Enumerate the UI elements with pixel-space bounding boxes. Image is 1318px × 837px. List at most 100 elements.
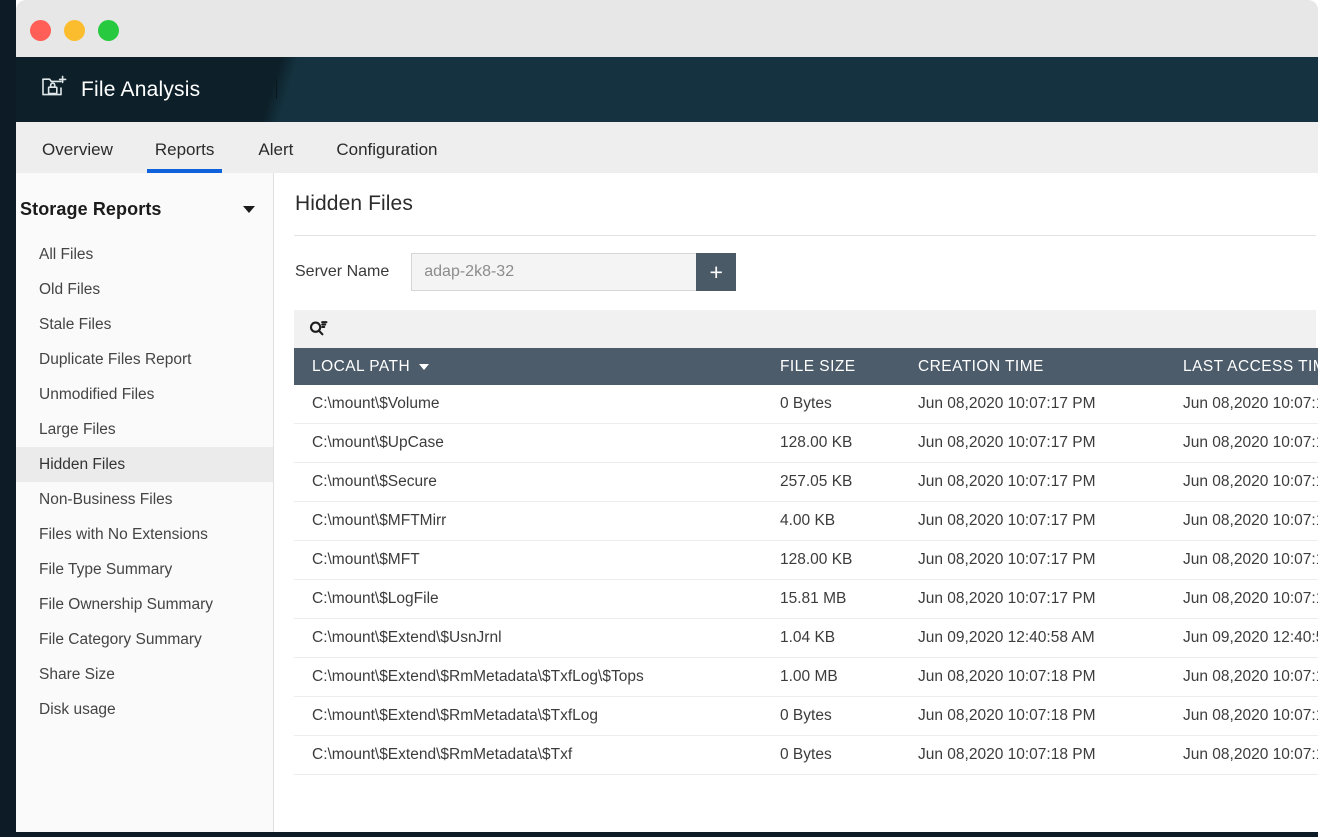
table-row[interactable]: C:\mount\$Secure 257.05 KB Jun 08,2020 1… [294,463,1318,502]
header-divider-tick [276,79,277,99]
cell-last-access-time: Jun 08,2020 10:07:18 PM [1165,697,1318,736]
minimize-window-button[interactable] [64,20,85,41]
table-row[interactable]: C:\mount\$Extend\$RmMetadata\$TxfLog 0 B… [294,697,1318,736]
cell-file-size: 1.04 KB [762,619,900,658]
app-brand: File Analysis [40,57,200,122]
cell-creation-time: Jun 08,2020 10:07:17 PM [900,502,1165,541]
cell-file-size: 257.05 KB [762,463,900,502]
cell-last-access-time: Jun 08,2020 10:07:17 PM [1165,502,1318,541]
folder-lock-add-icon [40,73,68,106]
sidebar-item-unmodified-files[interactable]: Unmodified Files [16,377,273,412]
report-table-container: LOCAL PATH FILE SIZE CREATION TIME LAST … [294,310,1316,775]
column-header-local-path-label: LOCAL PATH [312,358,410,376]
table-body: C:\mount\$Volume 0 Bytes Jun 08,2020 10:… [294,385,1318,775]
cell-last-access-time: Jun 08,2020 10:07:18 PM [1165,658,1318,697]
sidebar-item-disk-usage[interactable]: Disk usage [16,692,273,727]
app-window: File Analysis Overview Reports Alert Con… [0,0,1318,837]
cell-creation-time: Jun 08,2020 10:07:17 PM [900,463,1165,502]
cell-last-access-time: Jun 08,2020 10:07:17 PM [1165,541,1318,580]
sidebar-item-large-files[interactable]: Large Files [16,412,273,447]
column-header-last-access-time[interactable]: LAST ACCESS TIME [1165,348,1318,385]
content-area: Storage Reports All Files Old Files Stal… [16,173,1318,832]
add-server-button[interactable]: + [696,253,736,291]
table-row[interactable]: C:\mount\$Extend\$RmMetadata\$TxfLog\$To… [294,658,1318,697]
table-row[interactable]: C:\mount\$Extend\$RmMetadata\$Txf 0 Byte… [294,736,1318,775]
cell-file-size: 128.00 KB [762,424,900,463]
server-name-input[interactable] [411,253,696,291]
cell-file-size: 0 Bytes [762,697,900,736]
table-row[interactable]: C:\mount\$MFT 128.00 KB Jun 08,2020 10:0… [294,541,1318,580]
search-filter-icon[interactable] [308,320,328,338]
tab-overview[interactable]: Overview [42,140,113,173]
cell-last-access-time: Jun 08,2020 10:07:17 PM [1165,424,1318,463]
sidebar-item-duplicate-files-report[interactable]: Duplicate Files Report [16,342,273,377]
cell-creation-time: Jun 08,2020 10:07:18 PM [900,658,1165,697]
tab-configuration[interactable]: Configuration [336,140,437,173]
cell-file-size: 4.00 KB [762,502,900,541]
column-header-file-size[interactable]: FILE SIZE [762,348,900,385]
table-header: LOCAL PATH FILE SIZE CREATION TIME LAST … [294,348,1318,385]
close-window-button[interactable] [30,20,51,41]
cell-creation-time: Jun 08,2020 10:07:17 PM [900,580,1165,619]
table-row[interactable]: C:\mount\$LogFile 15.81 MB Jun 08,2020 1… [294,580,1318,619]
sidebar-item-file-ownership-summary[interactable]: File Ownership Summary [16,587,273,622]
server-filter-row: Server Name + [295,253,1318,291]
sidebar: Storage Reports All Files Old Files Stal… [16,173,274,832]
server-name-label: Server Name [295,263,389,281]
cell-local-path: C:\mount\$Extend\$UsnJrnl [294,619,762,658]
cell-local-path: C:\mount\$MFTMirr [294,502,762,541]
app-title: File Analysis [81,78,200,102]
sidebar-item-files-with-no-extensions[interactable]: Files with No Extensions [16,517,273,552]
cell-last-access-time: Jun 08,2020 10:07:18 PM [1165,736,1318,775]
cell-local-path: C:\mount\$Extend\$RmMetadata\$TxfLog\$To… [294,658,762,697]
cell-local-path: C:\mount\$Extend\$RmMetadata\$Txf [294,736,762,775]
window-controls [30,20,119,41]
sidebar-group-storage-reports[interactable]: Storage Reports [16,192,273,226]
cell-local-path: C:\mount\$MFT [294,541,762,580]
server-input-group: + [411,253,736,291]
column-header-local-path[interactable]: LOCAL PATH [294,348,762,385]
table-row[interactable]: C:\mount\$Extend\$UsnJrnl 1.04 KB Jun 09… [294,619,1318,658]
sidebar-item-old-files[interactable]: Old Files [16,272,273,307]
maximize-window-button[interactable] [98,20,119,41]
table-row[interactable]: C:\mount\$UpCase 128.00 KB Jun 08,2020 1… [294,424,1318,463]
main-panel: Hidden Files Server Name + [274,173,1318,832]
main-tab-bar: Overview Reports Alert Configuration [16,122,1318,173]
cell-file-size: 128.00 KB [762,541,900,580]
chevron-down-icon [243,206,255,213]
cell-local-path: C:\mount\$Extend\$RmMetadata\$TxfLog [294,697,762,736]
sidebar-item-file-category-summary[interactable]: File Category Summary [16,622,273,657]
sidebar-item-share-size[interactable]: Share Size [16,657,273,692]
cell-local-path: C:\mount\$Volume [294,385,762,424]
cell-file-size: 15.81 MB [762,580,900,619]
cell-last-access-time: Jun 08,2020 10:07:17 PM [1165,580,1318,619]
cell-creation-time: Jun 08,2020 10:07:18 PM [900,736,1165,775]
cell-last-access-time: Jun 09,2020 12:40:58 AM [1165,619,1318,658]
sidebar-item-file-type-summary[interactable]: File Type Summary [16,552,273,587]
sidebar-item-all-files[interactable]: All Files [16,237,273,272]
tab-alert[interactable]: Alert [258,140,293,173]
cell-local-path: C:\mount\$LogFile [294,580,762,619]
tab-reports[interactable]: Reports [155,140,215,173]
cell-local-path: C:\mount\$UpCase [294,424,762,463]
cell-file-size: 1.00 MB [762,658,900,697]
title-divider [294,235,1316,236]
cell-last-access-time: Jun 08,2020 10:07:17 PM [1165,385,1318,424]
cell-file-size: 0 Bytes [762,736,900,775]
cell-creation-time: Jun 08,2020 10:07:17 PM [900,424,1165,463]
sidebar-item-stale-files[interactable]: Stale Files [16,307,273,342]
hidden-files-table: LOCAL PATH FILE SIZE CREATION TIME LAST … [294,348,1318,775]
cell-creation-time: Jun 08,2020 10:07:17 PM [900,385,1165,424]
table-row[interactable]: C:\mount\$MFTMirr 4.00 KB Jun 08,2020 10… [294,502,1318,541]
table-row[interactable]: C:\mount\$Volume 0 Bytes Jun 08,2020 10:… [294,385,1318,424]
sidebar-item-hidden-files[interactable]: Hidden Files [16,447,273,482]
sidebar-item-non-business-files[interactable]: Non-Business Files [16,482,273,517]
cell-creation-time: Jun 08,2020 10:07:18 PM [900,697,1165,736]
sidebar-report-list: All Files Old Files Stale Files Duplicat… [16,237,273,727]
sort-descending-icon [419,364,429,370]
window-titlebar [16,0,1318,57]
sidebar-group-label: Storage Reports [20,199,162,220]
table-toolbar [294,310,1316,348]
column-header-creation-time[interactable]: CREATION TIME [900,348,1165,385]
window-left-gutter [0,0,16,837]
